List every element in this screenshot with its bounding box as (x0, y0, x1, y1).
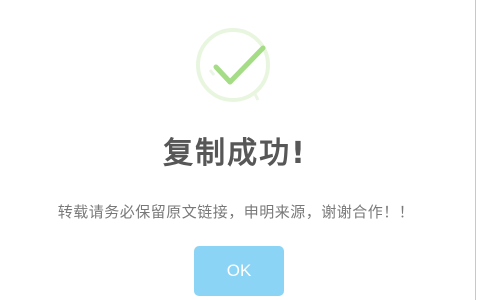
ok-button[interactable]: OK (194, 246, 284, 296)
dialog-title: 复制成功! (163, 136, 307, 171)
window-edge-divider (475, 0, 476, 300)
alert-dialog: 复制成功! 转载请务必保留原文链接，申明来源，谢谢合作！！ OK (0, 0, 480, 300)
dialog-message: 转载请务必保留原文链接，申明来源，谢谢合作！！ (57, 203, 415, 221)
success-check-icon (195, 22, 271, 108)
